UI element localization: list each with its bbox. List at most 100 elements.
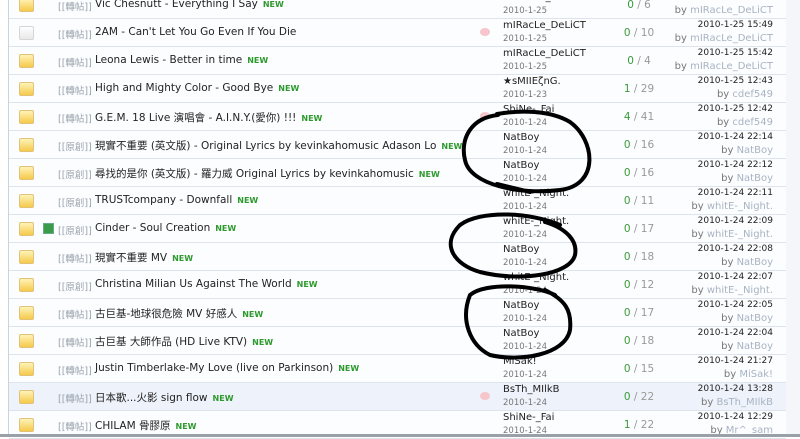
last-poster-link[interactable]: NatBoy xyxy=(737,173,773,184)
thread-title-link[interactable]: TRUSTcompany - Downfall xyxy=(95,194,232,206)
separator: / xyxy=(630,307,641,319)
last-poster-link[interactable]: cdef549 xyxy=(732,89,773,100)
last-post-time[interactable]: 2010-1-25 15:51 xyxy=(698,0,773,2)
separator: / xyxy=(633,55,645,67)
author-link[interactable]: NatBoy xyxy=(503,300,539,311)
last-post-time[interactable]: 2010-1-24 22:14 xyxy=(698,132,773,142)
thread-row[interactable]: [[轉帖]] 古巨基 大師作品 (HD Live KTV) NEW NatBoy 201… xyxy=(9,327,786,355)
post-date: 2010-1-25 xyxy=(503,34,547,44)
author-link[interactable]: ShiNe-_Fai xyxy=(503,104,554,115)
author-link[interactable]: whitE-_Night. xyxy=(503,216,569,227)
last-post-time[interactable]: 2010-1-24 13:28 xyxy=(698,384,773,394)
thread-title-link[interactable]: 古巨基 大師作品 (HD Live KTV) xyxy=(95,336,247,348)
thread-title-link[interactable]: Justin Timberlake-My Love (live on Parki… xyxy=(95,362,333,374)
last-poster-link[interactable]: mIRacLe_DeLiCT xyxy=(690,5,773,16)
thread-tag: [[轉帖]] xyxy=(58,394,92,405)
thread-row[interactable]: [[原創]] Cinder - Soul Creation NEW whitE-_Ni… xyxy=(9,215,786,243)
thread-title-link[interactable]: 古巨基-地球很危險 MV 好感人 xyxy=(95,308,237,320)
thread-row[interactable]: [[轉帖]] Justin Timberlake-My Love (live on… xyxy=(9,355,786,383)
thread-row[interactable]: [[原創]] 尋找的是你 (英文版) - 羅力威 Original Lyrics … xyxy=(9,159,786,187)
author-link[interactable]: mIRacLe_DeLiCT xyxy=(503,20,586,31)
views: 29 xyxy=(640,83,655,95)
thread-title-link[interactable]: 現實不重要 MV xyxy=(95,252,167,264)
author-link[interactable]: whitE-_Night. xyxy=(503,272,569,283)
last-poster-link[interactable]: MiSak! xyxy=(739,369,773,380)
last-poster-link[interactable]: NatBoy xyxy=(737,341,773,352)
new-badge: NEW xyxy=(175,422,197,431)
author-link[interactable]: NatBoy xyxy=(503,328,539,339)
thread-title-link[interactable]: High and Mighty Color - Good Bye xyxy=(95,82,273,94)
author-link[interactable]: BsTh_MIlkB xyxy=(503,384,560,395)
thread-row[interactable]: [[轉帖]] Vic Chesnutt - Everything I Say NEW… xyxy=(9,0,786,19)
thread-title-link[interactable]: G.E.M. 18 Live 演唱會 - A.I.N.Y.(愛你) !!! xyxy=(95,112,296,124)
replies: 4 xyxy=(623,111,631,123)
post-date: 2010-1-25 xyxy=(503,62,547,72)
reply-count: 0 / 16 xyxy=(619,167,659,179)
reply-count: 1 / 22 xyxy=(619,419,659,431)
replies: 0 xyxy=(623,251,631,263)
folder-icon xyxy=(19,306,34,320)
reply-count: 0 / 18 xyxy=(619,251,659,263)
thread-row[interactable]: [[轉帖]] 古巨基-地球很危險 MV 好感人 NEW NatBoy 2010-1-24… xyxy=(9,299,786,327)
last-poster-link[interactable]: whitE-_Night. xyxy=(707,229,773,240)
author-link[interactable]: NatBoy xyxy=(503,132,539,143)
last-post-time[interactable]: 2010-1-24 22:09 xyxy=(698,216,773,226)
last-post-by: by whitE-_Night. xyxy=(691,229,773,240)
last-post-time[interactable]: 2010-1-24 12:29 xyxy=(698,412,773,422)
new-badge: NEW xyxy=(296,280,318,289)
last-post-time[interactable]: 2010-1-25 15:49 xyxy=(698,20,773,30)
last-post-time[interactable]: 2010-1-25 12:42 xyxy=(698,104,773,114)
last-post-time[interactable]: 2010-1-24 22:04 xyxy=(698,328,773,338)
last-post-time[interactable]: 2010-1-25 15:42 xyxy=(698,48,773,58)
thread-title-link[interactable]: Leona Lewis - Better in time xyxy=(95,54,242,66)
last-post-time[interactable]: 2010-1-24 22:05 xyxy=(698,300,773,310)
thread-row[interactable]: [[原創]] Christina Milian Us Against The Wo… xyxy=(9,271,786,299)
author-link[interactable]: mIRacLe_DeLiCT xyxy=(503,0,586,3)
last-post-time[interactable]: 2010-1-24 22:11 xyxy=(698,188,773,198)
last-post-time[interactable]: 2010-1-24 22:07 xyxy=(698,272,773,282)
last-poster-link[interactable]: NatBoy xyxy=(737,313,773,324)
author-link[interactable]: MiSak! xyxy=(503,356,537,367)
author-link[interactable]: ★sMIIEζnG. xyxy=(503,76,561,87)
replies: 0 xyxy=(627,55,634,67)
author-link[interactable]: NatBoy xyxy=(503,244,539,255)
by-label: by xyxy=(721,313,734,324)
author-link[interactable]: NatBoy xyxy=(503,160,539,171)
thread-title-link[interactable]: Cinder - Soul Creation xyxy=(95,222,210,234)
last-poster-link[interactable]: cdef549 xyxy=(732,117,773,128)
thread-row[interactable]: [[轉帖]] 2AM - Can't Let You Go Even If You… xyxy=(9,19,786,47)
thread-title-link[interactable]: CHILAM 骨膠原 xyxy=(95,420,171,432)
last-post-time[interactable]: 2010-1-25 12:43 xyxy=(698,76,773,86)
thread-title-link[interactable]: 2AM - Can't Let You Go Even If You Die xyxy=(95,26,296,38)
last-poster-link[interactable]: NatBoy xyxy=(737,145,773,156)
last-poster-link[interactable]: mIRacLe_DeLiCT xyxy=(690,61,773,72)
thread-row[interactable]: [[原創]] 現實不重要 (英文版) - Original Lyrics by k… xyxy=(9,131,786,159)
thread-row[interactable]: [[轉帖]] 日本歌...火影 sign flow NEW BsTh_MIlkB 201… xyxy=(9,383,786,411)
thread-title-link[interactable]: 尋找的是你 (英文版) - 羅力威 Original Lyrics by kev… xyxy=(95,168,414,180)
by-label: by xyxy=(721,341,734,352)
last-post-time[interactable]: 2010-1-24 22:12 xyxy=(698,160,773,170)
post-date: 2010-1-24 xyxy=(503,286,547,296)
thread-row[interactable]: [[原創]] TRUSTcompany - Downfall NEW whitE-_N… xyxy=(9,187,786,215)
views: 17 xyxy=(640,307,655,319)
thread-row[interactable]: [[轉帖]] High and Mighty Color - Good Bye NE… xyxy=(9,75,786,103)
thread-title-link[interactable]: 現實不重要 (英文版) - Original Lyrics by kevinka… xyxy=(95,140,436,152)
thread-title-link[interactable]: Vic Chesnutt - Everything I Say xyxy=(95,0,258,10)
author-link[interactable]: whitE-_Night. xyxy=(503,188,569,199)
last-post-time[interactable]: 2010-1-24 21:27 xyxy=(698,356,773,366)
last-poster-link[interactable]: BsTh_MIlkB xyxy=(716,397,773,408)
last-poster-link[interactable]: whitE-_Night. xyxy=(707,201,773,212)
thread-row[interactable]: [[轉帖]] 現實不重要 MV NEW NatBoy 2010-1-24 0 / 18 20… xyxy=(9,243,786,271)
author-link[interactable]: ShiNe-_Fai xyxy=(503,412,554,423)
author-link[interactable]: mIRacLe_DeLiCT xyxy=(503,48,586,59)
last-post-by: by NatBoy xyxy=(721,313,773,324)
thread-title-link[interactable]: Christina Milian Us Against The World xyxy=(95,278,292,290)
thread-row[interactable]: [[轉帖]] Leona Lewis - Better in time NEW mIR… xyxy=(9,47,786,75)
replies: 0 xyxy=(623,223,631,235)
thread-row[interactable]: [[轉帖]] G.E.M. 18 Live 演唱會 - A.I.N.Y.(愛你) … xyxy=(9,103,786,131)
last-poster-link[interactable]: NatBoy xyxy=(737,257,773,268)
last-post-time[interactable]: 2010-1-24 22:08 xyxy=(698,244,773,254)
last-poster-link[interactable]: whitE-_Night. xyxy=(707,285,773,296)
last-poster-link[interactable]: mIRacLe_DeLiCT xyxy=(690,33,773,44)
thread-title-link[interactable]: 日本歌...火影 sign flow xyxy=(95,392,208,404)
